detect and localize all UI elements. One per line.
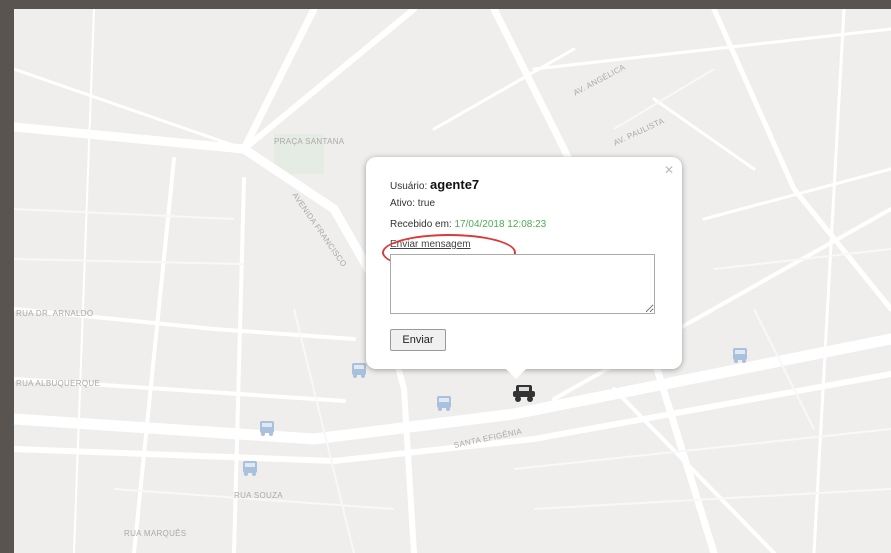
road-label: RUA SOUZA [234, 491, 283, 500]
bus-stop-icon[interactable] [730, 346, 750, 364]
popup-tail [506, 369, 526, 379]
last-update-label: Recebido em: [390, 219, 452, 230]
message-textarea[interactable] [390, 254, 655, 314]
map-canvas[interactable]: PRAÇA SANTANA AV. ANGÉLICA AVENIDA FRANC… [14, 9, 891, 553]
road-label: RUA MARQUÊS [124, 529, 187, 538]
bus-stop-icon[interactable] [240, 459, 260, 477]
active-value: true [417, 198, 436, 209]
close-icon[interactable]: ✕ [664, 163, 674, 177]
road-label: RUA ALBUQUERQUE [16, 379, 101, 388]
info-popup: ✕ Usuário: agente7 Ativo: true Recebido … [366, 157, 682, 379]
active-label: Ativo: [390, 198, 416, 209]
road-label: RUA DR. ARNALDO [16, 309, 94, 318]
active-row: Ativo: true [390, 198, 435, 209]
last-update-value: 17/04/2018 12:08:23 [454, 219, 547, 230]
vehicle-marker-icon[interactable] [511, 381, 537, 403]
bus-stop-icon[interactable] [434, 394, 454, 412]
bus-stop-icon[interactable] [257, 419, 277, 437]
user-row: Usuário: agente7 [390, 177, 479, 192]
road-label: PRAÇA SANTANA [274, 137, 345, 146]
user-label: Usuário: [390, 181, 428, 192]
bus-stop-icon[interactable] [349, 361, 369, 379]
last-update-row: Recebido em: 17/04/2018 12:08:23 [390, 219, 546, 230]
user-value: agente7 [430, 177, 480, 192]
send-button[interactable]: Enviar [390, 329, 446, 351]
